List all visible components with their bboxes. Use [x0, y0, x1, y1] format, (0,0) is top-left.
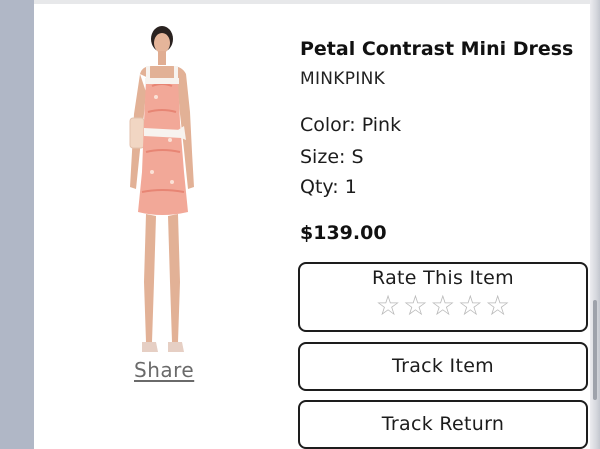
- star-icon[interactable]: ☆: [403, 291, 428, 321]
- star-icon[interactable]: ☆: [485, 291, 510, 321]
- scrollbar-thumb[interactable]: [593, 300, 597, 400]
- star-icon[interactable]: ☆: [458, 291, 483, 321]
- product-price: $139.00: [300, 222, 387, 244]
- track-return-button[interactable]: Track Return: [298, 400, 588, 449]
- left-rail: [0, 0, 34, 449]
- top-divider: [34, 0, 590, 4]
- star-icon[interactable]: ☆: [430, 291, 455, 321]
- star-icon[interactable]: ☆: [375, 291, 400, 321]
- star-rating[interactable]: ☆ ☆ ☆ ☆ ☆: [300, 291, 586, 321]
- product-brand: MINKPINK: [300, 69, 386, 89]
- product-quantity: Qty: 1: [300, 176, 357, 198]
- product-size: Size: S: [300, 146, 364, 168]
- scrollbar[interactable]: [590, 0, 600, 449]
- rate-item-label: Rate This Item: [372, 267, 514, 289]
- rate-item-box[interactable]: Rate This Item ☆ ☆ ☆ ☆ ☆: [298, 262, 588, 332]
- product-title[interactable]: Petal Contrast Mini Dress: [300, 38, 573, 60]
- product-image[interactable]: [112, 22, 216, 362]
- product-color: Color: Pink: [300, 114, 402, 136]
- track-item-button[interactable]: Track Item: [298, 342, 588, 391]
- share-link[interactable]: Share: [134, 358, 194, 382]
